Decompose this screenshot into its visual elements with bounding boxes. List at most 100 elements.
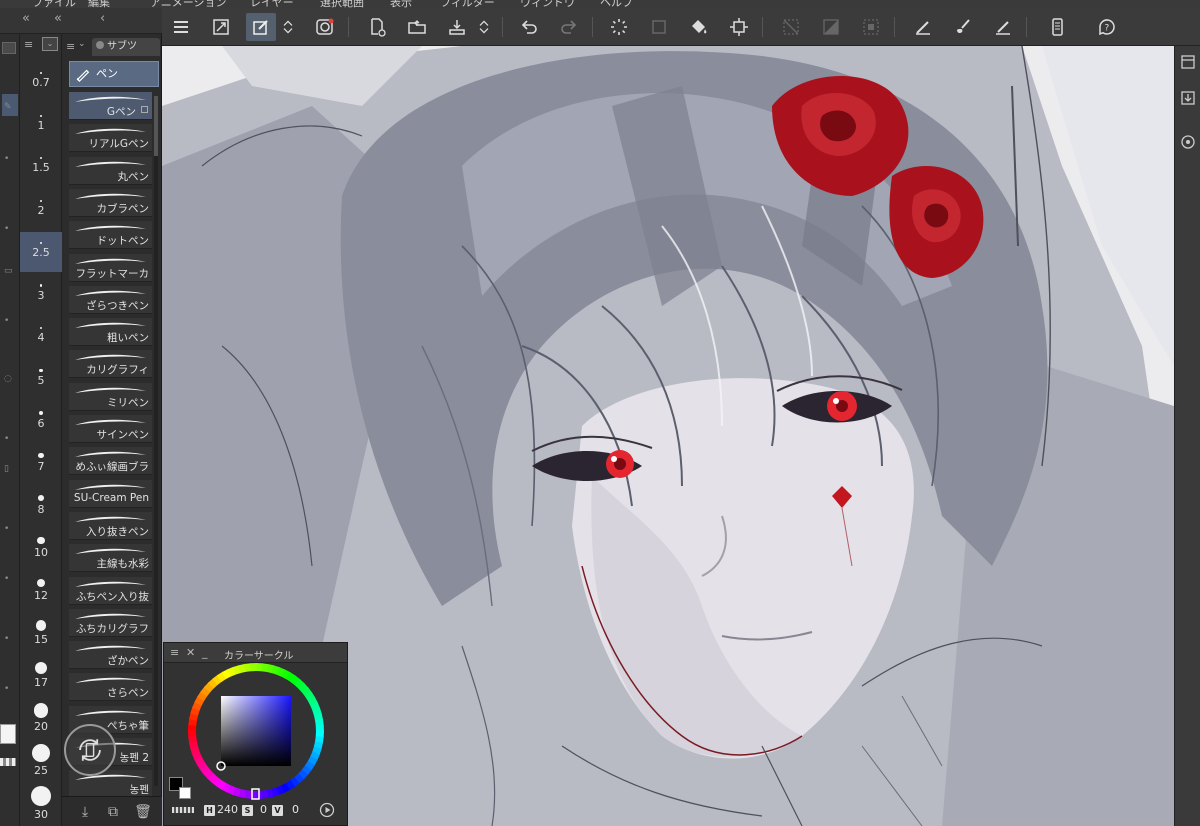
value-value[interactable]: 0 — [292, 803, 299, 816]
chevron-left-icon[interactable]: ‹ — [100, 11, 105, 26]
menu-file[interactable]: ファイル — [32, 0, 76, 8]
rotate-canvas-button[interactable] — [64, 724, 116, 776]
sub-tool-scrollbar[interactable] — [154, 96, 158, 786]
device-button[interactable] — [1042, 13, 1072, 41]
brush-size-option[interactable]: 0.7 — [20, 62, 62, 102]
sub-tool-item[interactable]: ざらつきペン — [69, 285, 152, 314]
tool-icon[interactable]: • — [4, 224, 14, 234]
eraser-tool-button[interactable] — [988, 13, 1018, 41]
menu-window[interactable]: ウィンドウ — [520, 0, 575, 8]
hue-value[interactable]: 240 — [217, 803, 238, 816]
selection-frame-button[interactable] — [856, 13, 886, 41]
main-color-swatch[interactable] — [0, 724, 16, 744]
sub-tool-item[interactable]: カブラペン — [69, 188, 152, 217]
transform-button[interactable] — [724, 13, 754, 41]
sub-tool-item[interactable]: めふぃ線画ブラ — [69, 447, 152, 476]
fit-view-button[interactable] — [206, 13, 236, 41]
sub-tool-item[interactable]: カリグラフィ — [69, 350, 152, 379]
brush-size-option[interactable]: 2 — [20, 190, 62, 230]
brush-size-option[interactable]: 10 — [20, 530, 62, 570]
stepper-toggle[interactable] — [280, 13, 296, 41]
chevron-down-icon[interactable]: ⌄ — [78, 39, 90, 53]
duplicate-icon[interactable]: ⧉ — [104, 803, 122, 821]
tool-icon[interactable]: • — [4, 634, 14, 644]
menu-view[interactable]: 表示 — [390, 0, 412, 8]
pen-tool-button[interactable] — [908, 13, 938, 41]
sub-tool-item[interactable]: ドットペン — [69, 221, 152, 250]
brush-size-option[interactable]: 4 — [20, 317, 62, 357]
color-wheel[interactable] — [164, 663, 347, 803]
close-icon[interactable]: ✕ — [186, 646, 195, 659]
brush-size-option[interactable]: 3 — [20, 275, 62, 315]
collapse-panel-left-icon[interactable]: « — [54, 11, 62, 26]
hamburger-icon[interactable]: ≡ — [170, 646, 179, 659]
brush-size-option[interactable]: 15 — [20, 615, 62, 655]
sub-tool-group-pen[interactable]: ペン — [69, 61, 159, 87]
chevron-down-icon[interactable]: ⌄ — [42, 37, 58, 51]
settings-dial-icon[interactable] — [1180, 134, 1196, 150]
tool-icon[interactable]: • — [4, 154, 14, 164]
sub-tool-item[interactable]: 入り抜きペン — [69, 511, 152, 540]
sub-tool-item[interactable]: サインペン — [69, 415, 152, 443]
tool-icon[interactable]: ▯ — [4, 464, 14, 474]
sub-tool-item[interactable]: ざかペン — [69, 641, 152, 670]
brush-size-option[interactable]: 1 — [20, 105, 62, 145]
palette-menu-icon[interactable] — [2, 42, 16, 54]
brush-size-option[interactable]: 5 — [20, 360, 62, 400]
menu-animation[interactable]: アニメーション — [150, 0, 227, 8]
sub-tool-item[interactable]: ふちカリグラフ — [69, 608, 152, 637]
loading-button[interactable] — [604, 13, 634, 41]
menu-edit[interactable]: 編集 — [88, 0, 110, 8]
brush-size-option[interactable]: 2.5 — [20, 232, 62, 272]
saturation-value[interactable]: 0 — [260, 803, 267, 816]
tool-icon[interactable]: • — [4, 574, 14, 584]
menu-layer[interactable]: レイヤー — [250, 0, 294, 8]
brush-size-option[interactable]: 1.5 — [20, 147, 62, 187]
brush-size-option[interactable]: 6 — [20, 402, 62, 442]
tool-icon[interactable]: ▭ — [4, 266, 14, 276]
save-options-stepper[interactable] — [476, 13, 492, 41]
menu-help[interactable]: ヘルプ — [600, 0, 633, 8]
brush-size-option[interactable]: 7 — [20, 445, 62, 485]
brush-tool-button[interactable] — [948, 13, 978, 41]
menu-selection[interactable]: 選択範囲 — [320, 0, 364, 8]
brush-size-option[interactable]: 12 — [20, 572, 62, 612]
sub-tool-item[interactable]: 粗いペン — [69, 318, 152, 347]
deselect-button[interactable] — [776, 13, 806, 41]
ruler-button[interactable] — [310, 13, 340, 41]
clear-button[interactable] — [644, 13, 674, 41]
tool-icon[interactable]: • — [4, 316, 14, 326]
sub-tool-item[interactable]: 丸ペン — [69, 156, 152, 185]
tool-icon[interactable]: • — [4, 684, 14, 694]
transparent-chip[interactable] — [172, 807, 194, 813]
brush-size-option[interactable]: 17 — [20, 657, 62, 697]
play-circle-icon[interactable] — [319, 802, 335, 818]
draw-mode-button[interactable] — [246, 13, 276, 41]
sub-tool-item[interactable]: SU-Cream Pen — [69, 479, 152, 508]
pen-tool-icon[interactable]: ✎ — [4, 102, 14, 112]
sub-tool-item[interactable]: フラットマーカ — [69, 253, 152, 282]
scrollbar-thumb[interactable] — [154, 96, 158, 156]
sub-tool-item[interactable]: リアルGペン — [69, 124, 152, 153]
brush-size-option[interactable]: 8 — [20, 487, 62, 527]
tool-icon[interactable]: • — [4, 524, 14, 534]
sub-tool-item[interactable]: さらペン — [69, 673, 152, 702]
download-icon[interactable]: ⤓ — [76, 803, 94, 821]
sub-tool-item[interactable]: ミリペン — [69, 382, 152, 411]
tool-icon[interactable]: ◌ — [4, 374, 14, 384]
menu-button[interactable] — [166, 13, 196, 41]
sub-tool-item[interactable]: ふちペン入り抜 — [69, 576, 152, 605]
save-button[interactable] — [442, 13, 472, 41]
new-file-button[interactable] — [362, 13, 392, 41]
menu-filter[interactable]: フィルター — [440, 0, 495, 8]
layers-icon[interactable] — [1180, 54, 1196, 70]
minimize-icon[interactable]: _ — [202, 646, 208, 659]
help-button[interactable]: ? — [1092, 13, 1122, 41]
hamburger-icon[interactable]: ≡ — [24, 38, 33, 51]
undo-button[interactable] — [514, 13, 544, 41]
tool-icon[interactable]: • — [4, 434, 14, 444]
brush-size-option[interactable]: 20 — [20, 700, 62, 740]
sub-tool-item[interactable]: Gペン — [69, 92, 152, 120]
fill-button[interactable] — [684, 13, 714, 41]
hamburger-icon[interactable]: ≡ — [66, 40, 75, 53]
